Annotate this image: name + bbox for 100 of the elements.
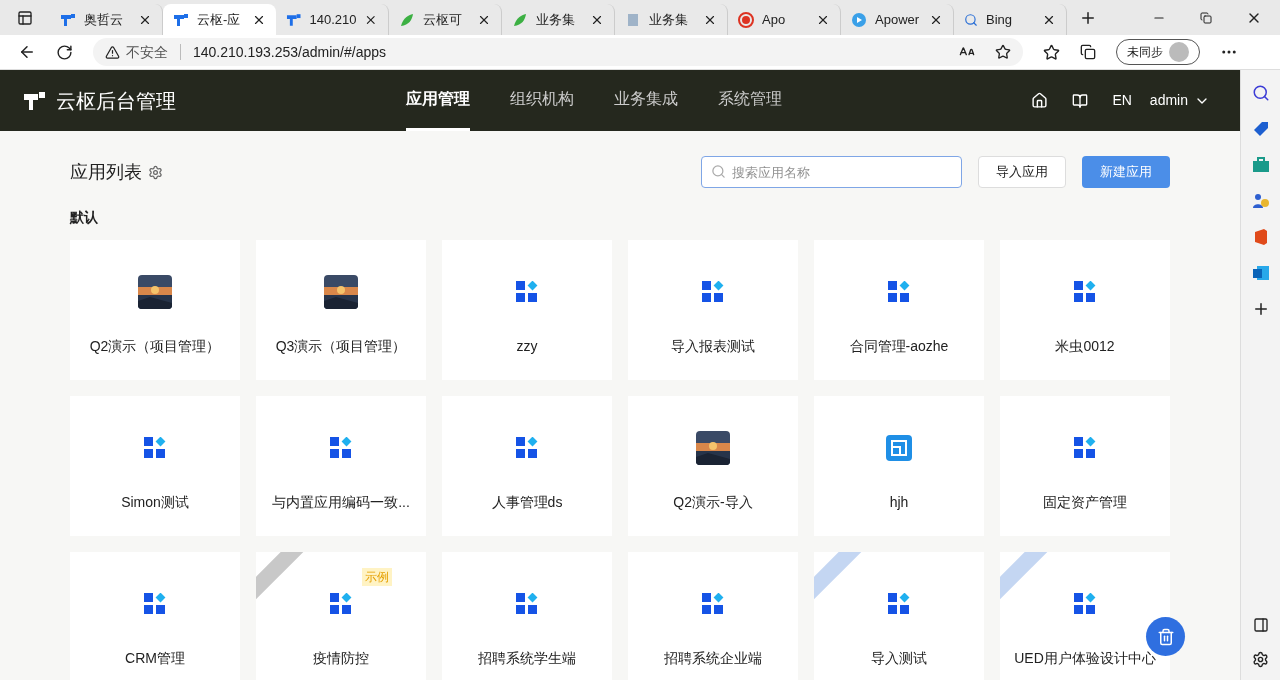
user-menu[interactable]: admin	[1149, 90, 1210, 111]
page-icon	[625, 11, 641, 28]
app-grid-icon	[144, 437, 166, 459]
form-icon	[886, 435, 912, 461]
language-button[interactable]: EN	[1112, 90, 1132, 111]
app-grid-icon	[516, 593, 538, 615]
app-name: Q2演示（项目管理）	[89, 337, 221, 356]
settings-icon[interactable]	[1252, 651, 1269, 668]
app-grid-icon	[516, 281, 538, 303]
app-card[interactable]: Q2演示-导入	[628, 396, 798, 536]
app-grid-icon	[330, 437, 352, 459]
app-grid-icon	[702, 281, 724, 303]
logo-icon	[60, 11, 76, 28]
app-card[interactable]: 示例 疫情防控	[256, 552, 426, 680]
app-grid-icon	[888, 281, 910, 303]
favorite-icon[interactable]	[995, 44, 1011, 60]
app-name: hjh	[889, 493, 909, 512]
tab-title: 云枢-应	[197, 10, 242, 29]
avatar-icon	[1169, 42, 1189, 62]
app-grid-icon	[516, 437, 538, 459]
app-card[interactable]: 合同管理-aozhe	[814, 240, 984, 380]
trash-icon	[1156, 627, 1175, 646]
people-icon[interactable]	[1251, 192, 1270, 210]
home-icon[interactable]	[1031, 92, 1049, 109]
nav-tab[interactable]: 组织机构	[510, 70, 574, 131]
mail-icon[interactable]	[1251, 264, 1270, 282]
book-icon[interactable]	[1072, 92, 1089, 109]
group-title: 默认	[70, 208, 99, 227]
tab-title: 云枢可	[423, 10, 463, 29]
logo-icon	[173, 11, 189, 28]
url-text: 140.210.193.253/admin/#/apps	[193, 42, 388, 62]
app-name: 人事管理ds	[491, 493, 563, 512]
sample-tag: 示例	[362, 568, 392, 586]
favorites-icon[interactable]	[1043, 43, 1060, 61]
app-name: zzy	[516, 337, 538, 356]
tab-title: Bing	[986, 10, 1014, 29]
warning-icon	[105, 44, 120, 60]
app-name: 导入测试	[871, 649, 927, 668]
app-name: 疫情防控	[313, 649, 369, 668]
app-grid-icon	[702, 593, 724, 615]
app-card[interactable]: 米虫0012	[1000, 240, 1170, 380]
search-field[interactable]: 搜索应用名称	[701, 156, 962, 188]
search-icon	[711, 164, 726, 179]
toolbox-icon[interactable]	[1251, 156, 1270, 174]
app-card[interactable]: CRM管理	[70, 552, 240, 680]
tab-title: 140.210	[309, 10, 357, 29]
app-title: 云枢后台管理	[56, 88, 177, 114]
app-name: Q2演示-导入	[673, 493, 753, 512]
app-name: 米虫0012	[1055, 337, 1115, 356]
tab-actions-icon[interactable]	[17, 9, 33, 26]
app-grid-icon	[330, 593, 352, 615]
app-grid-icon	[144, 593, 166, 615]
app-card[interactable]: 固定资产管理	[1000, 396, 1170, 536]
app-card[interactable]: zzy	[442, 240, 612, 380]
app-name: CRM管理	[125, 649, 185, 668]
app-name: UED用户体验设计中心	[1014, 649, 1156, 668]
app-grid-icon	[1074, 593, 1096, 615]
import-button[interactable]: 导入应用	[978, 156, 1066, 188]
app-name: Q3演示（项目管理）	[275, 337, 407, 356]
app-card[interactable]: 招聘系统学生端	[442, 552, 612, 680]
search-icon	[964, 12, 978, 27]
sidebar-toggle-icon[interactable]	[1252, 617, 1269, 633]
collections-icon[interactable]	[1080, 44, 1096, 60]
back-icon[interactable]	[18, 43, 36, 61]
app-name: Simon测试	[121, 493, 189, 512]
nav-tab[interactable]: 系统管理	[718, 70, 782, 131]
app-name: 导入报表测试	[671, 337, 755, 356]
app-card[interactable]: hjh	[814, 396, 984, 536]
nav-tab[interactable]: 业务集成	[614, 70, 678, 131]
app-name: 与内置应用编码一致...	[272, 493, 410, 512]
app-logo-icon	[24, 91, 46, 110]
tab-title: Apo	[762, 10, 787, 29]
app-card[interactable]: 导入报表测试	[628, 240, 798, 380]
app-card[interactable]: Q3演示（项目管理）	[256, 240, 426, 380]
app-card[interactable]: Simon测试	[70, 396, 240, 536]
app-grid-icon	[888, 593, 910, 615]
restore-icon[interactable]	[1200, 11, 1212, 24]
address-bar[interactable]: 不安全 140.210.193.253/admin/#/apps	[93, 38, 1023, 66]
leaf-icon	[512, 11, 528, 28]
browser-tab[interactable]: 云枢-应	[163, 4, 276, 35]
logo-icon	[286, 11, 302, 28]
app-card[interactable]: 招聘系统企业端	[628, 552, 798, 680]
tab-title: 奥哲云	[84, 10, 124, 29]
app-card[interactable]: 与内置应用编码一致...	[256, 396, 426, 536]
play-icon	[851, 11, 867, 28]
app-name: 招聘系统企业端	[664, 649, 762, 668]
app-name: 固定资产管理	[1043, 493, 1127, 512]
app-card[interactable]: 人事管理ds	[442, 396, 612, 536]
app-card[interactable]: Q2演示（项目管理）	[70, 240, 240, 380]
tab-title: Apower	[875, 10, 921, 29]
page-title: 应用列表	[70, 160, 142, 184]
app-grid-icon	[1074, 281, 1096, 303]
search-icon[interactable]	[1251, 84, 1270, 102]
app-card[interactable]: UED用户体验设计中心	[1000, 552, 1170, 680]
refresh-icon[interactable]	[56, 43, 73, 61]
leaf-icon	[399, 11, 415, 28]
app-name: 合同管理-aozhe	[849, 337, 949, 356]
app-card[interactable]: 导入测试	[814, 552, 984, 680]
tab-title: 业务集	[536, 10, 576, 29]
tab-title: 业务集	[649, 10, 689, 29]
